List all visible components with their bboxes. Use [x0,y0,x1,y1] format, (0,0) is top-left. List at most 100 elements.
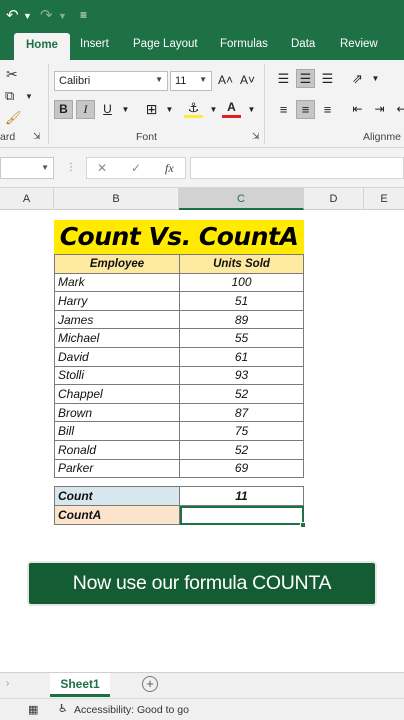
column-header-e[interactable]: E [364,188,404,210]
font-name-combobox[interactable]: Calibri ▼ [54,71,168,91]
borders-icon[interactable]: ⊞ [142,100,161,119]
cell-employee[interactable]: Ronald [54,439,180,460]
table-row: Ronald 52 [54,439,304,460]
font-size-combobox[interactable]: 11 ▼ [170,71,212,91]
underline-dropdown-icon[interactable]: ▼ [116,100,135,119]
decrease-indent-icon[interactable]: ⇤ [348,100,367,119]
tab-formulas[interactable]: Formulas [220,38,268,50]
undo-dropdown-icon[interactable]: ▼ [23,11,32,21]
accessibility-status[interactable]: Accessibility: Good to go [74,704,189,716]
table-row: Parker 69 [54,458,304,479]
cell-employee[interactable]: Mark [54,272,180,293]
insert-function-button[interactable]: fx [165,161,174,176]
borders-dropdown-icon[interactable]: ▼ [160,100,179,119]
increase-indent-icon[interactable]: ⇥ [370,100,389,119]
copy-dropdown-icon[interactable]: ▼ [25,92,33,101]
add-sheet-icon[interactable]: + [142,676,158,692]
cancel-icon[interactable]: ✕ [97,161,107,175]
wrap-text-icon[interactable]: ↩ [392,100,404,119]
cell-employee[interactable]: Stolli [54,365,180,386]
column-header-d[interactable]: D [304,188,364,210]
align-bottom-icon[interactable]: ☰ [318,69,337,88]
group-label-font: Font [136,131,158,143]
column-header-b[interactable]: B [54,188,179,210]
font-size-value: 11 [175,75,187,87]
counta-value-active-cell[interactable] [179,505,304,525]
cell-employee[interactable]: Chappel [54,384,180,404]
cell-units[interactable]: 55 [179,328,304,348]
cell-units[interactable]: 100 [179,272,304,293]
align-right-icon[interactable]: ≡ [318,100,337,119]
summary-table: Count 11 CountA [54,486,304,525]
fill-color-icon[interactable]: ⚓ [184,98,203,118]
format-painter-icon[interactable]: 🖌 [5,110,22,126]
font-color-button[interactable]: A [222,98,241,118]
underline-button[interactable]: U [98,100,117,119]
undo-icon[interactable]: ↶ [6,6,19,24]
font-launcher-icon[interactable]: ⇲ [252,131,260,142]
cell-units[interactable]: 61 [179,346,304,367]
cell-employee[interactable]: Harry [54,291,180,311]
cell-employee[interactable]: Parker [54,458,180,479]
cell-units[interactable]: 75 [179,421,304,441]
cell-units[interactable]: 87 [179,402,304,423]
more-icon[interactable]: ⋮ [66,162,76,173]
bold-button[interactable]: B [54,100,73,119]
tab-home[interactable]: Home [14,33,70,60]
align-center-icon[interactable]: ≡ [296,100,315,119]
customize-toolbar-icon[interactable]: ≡ [80,8,87,22]
fill-color-dropdown-icon[interactable]: ▼ [204,100,223,119]
shrink-font-button[interactable]: A˅ [238,71,257,90]
header-employee[interactable]: Employee [54,254,180,274]
name-box[interactable]: ▼ [0,157,54,179]
align-left-icon[interactable]: ≡ [274,100,293,119]
cell-units[interactable]: 51 [179,291,304,311]
column-header-a[interactable]: A [0,188,54,210]
font-name-value: Calibri [59,75,91,87]
align-top-icon[interactable]: ☰ [274,69,293,88]
column-header-c[interactable]: C [179,188,304,210]
sheet-title: Count Vs. CountA [54,220,304,254]
cell-employee[interactable]: David [54,346,180,367]
quick-access-toolbar: ↶ ▼ ↷ ▼ ≡ [0,0,404,32]
cell-units[interactable]: 89 [179,309,304,330]
grow-font-button[interactable]: A˄ [216,71,235,90]
align-middle-icon[interactable]: ☰ [296,69,315,88]
worksheet-grid[interactable]: Count Vs. CountA Employee Units Sold Mar… [0,210,404,672]
header-units-sold[interactable]: Units Sold [179,254,304,274]
formula-input[interactable] [190,157,404,179]
cell-employee[interactable]: Brown [54,402,180,423]
cell-employee[interactable]: James [54,309,180,330]
tab-review[interactable]: Review [340,38,378,50]
enter-icon[interactable]: ✓ [131,161,141,175]
clipboard-launcher-icon[interactable]: ⇲ [33,131,41,142]
sheet-tab-sheet1[interactable]: Sheet1 [50,673,110,697]
orientation-icon[interactable]: ⇗ [348,69,367,88]
cell-units[interactable]: 69 [179,458,304,479]
tab-page-layout[interactable]: Page Layout [133,38,198,50]
cut-icon[interactable]: ✂ [6,66,18,83]
tab-data[interactable]: Data [291,38,315,50]
column-headers: A B C D E [0,188,404,210]
copy-icon[interactable]: ⧉ [5,88,14,104]
redo-dropdown-icon[interactable]: ▼ [58,11,67,21]
redo-icon[interactable]: ↷ [40,6,53,24]
font-color-dropdown-icon[interactable]: ▼ [242,100,261,119]
tab-insert[interactable]: Insert [80,38,109,50]
cell-employee[interactable]: Michael [54,328,180,348]
cell-employee[interactable]: Bill [54,421,180,441]
cell-units[interactable]: 93 [179,365,304,386]
fill-handle[interactable] [300,522,306,528]
cell-units[interactable]: 52 [179,439,304,460]
table-header-row: Employee Units Sold [54,254,304,274]
cell-units[interactable]: 52 [179,384,304,404]
accessibility-icon[interactable]: ♿ [58,702,68,715]
scroll-left-icon[interactable]: › [6,678,9,689]
italic-button[interactable]: I [76,100,95,119]
counta-label[interactable]: CountA [54,505,180,525]
count-label[interactable]: Count [54,486,180,506]
orientation-dropdown-icon[interactable]: ▼ [366,69,385,88]
formula-bar: ▼ ⋮ ✕ ✓ fx [0,148,404,188]
count-value[interactable]: 11 [179,486,304,506]
formula-controls: ✕ ✓ fx [86,157,186,179]
